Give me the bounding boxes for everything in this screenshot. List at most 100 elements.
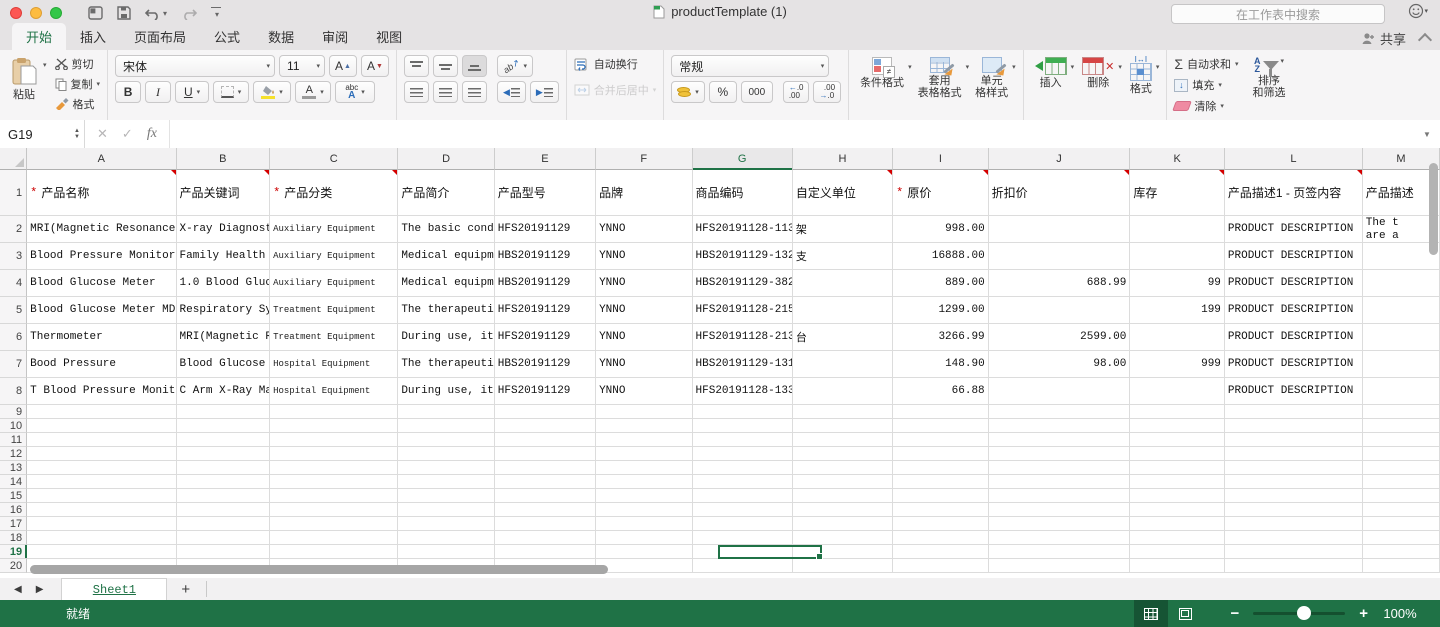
cell-C18[interactable] [270, 531, 398, 545]
number-format-select[interactable]: 常规▾ [671, 55, 829, 77]
row-header-1[interactable]: 1 [0, 170, 27, 216]
cell-M13[interactable] [1363, 461, 1440, 475]
sheet-tab-sheet1[interactable]: Sheet1 [61, 578, 167, 601]
cell-I1[interactable]: *原价 [893, 170, 989, 216]
cell-A8[interactable]: T Blood Pressure Monitor [27, 378, 176, 405]
cell-K13[interactable] [1130, 461, 1225, 475]
cell-F14[interactable] [596, 475, 692, 489]
cell-C7[interactable]: Hospital Equipment [270, 351, 398, 378]
cell-I5[interactable]: 1299.00 [893, 297, 989, 324]
cell-G11[interactable] [693, 433, 793, 447]
cell-B12[interactable] [177, 447, 271, 461]
cell-D3[interactable]: Medical equipment [398, 243, 494, 270]
cell-D1[interactable]: 产品简介 [398, 170, 494, 216]
cell-F6[interactable]: YNNO [596, 324, 692, 351]
zoom-out-button[interactable]: − [1230, 605, 1239, 622]
cell-A11[interactable] [27, 433, 176, 447]
cell-E5[interactable]: HFS20191129 [495, 297, 596, 324]
cell-B3[interactable]: Family Health [177, 243, 271, 270]
cell-K12[interactable] [1130, 447, 1225, 461]
column-header-A[interactable]: A [27, 148, 176, 170]
cell-M19[interactable] [1363, 545, 1440, 559]
cell-A6[interactable]: Thermometer [27, 324, 176, 351]
cell-K19[interactable] [1130, 545, 1225, 559]
undo-dropdown-icon[interactable]: ▾ [163, 9, 167, 18]
cell-J10[interactable] [989, 419, 1131, 433]
cell-E3[interactable]: HBS20191129 [495, 243, 596, 270]
merge-center-button[interactable]: 合并后居中 ▾ [574, 81, 657, 99]
cell-H1[interactable]: 自定义单位 [793, 170, 893, 216]
cell-L14[interactable] [1225, 475, 1363, 489]
search-input[interactable]: 在工作表中搜索 [1171, 4, 1385, 24]
cell-I4[interactable]: 889.00 [893, 270, 989, 297]
cell-B19[interactable] [177, 545, 271, 559]
cell-M4[interactable] [1363, 270, 1440, 297]
cell-J20[interactable] [989, 559, 1131, 573]
cell-E17[interactable] [495, 517, 596, 531]
cell-J15[interactable] [989, 489, 1131, 503]
cell-K9[interactable] [1130, 405, 1225, 419]
cell-L8[interactable]: PRODUCT DESCRIPTION [1225, 378, 1363, 405]
cell-C4[interactable]: Auxiliary Equipment [270, 270, 398, 297]
cell-A10[interactable] [27, 419, 176, 433]
font-size-select[interactable]: 11▾ [279, 55, 325, 77]
row-header-7[interactable]: 7 [0, 351, 27, 378]
cell-I8[interactable]: 66.88 [893, 378, 989, 405]
cell-K14[interactable] [1130, 475, 1225, 489]
next-sheet-icon[interactable]: ▶ [36, 584, 44, 595]
align-top-button[interactable] [404, 55, 429, 77]
font-color-button[interactable]: A ▾ [295, 81, 331, 103]
cell-D4[interactable]: Medical equipment [398, 270, 494, 297]
cell-K15[interactable] [1130, 489, 1225, 503]
cell-G2[interactable]: HFS20191128-1138 [693, 216, 793, 243]
cell-G14[interactable] [693, 475, 793, 489]
insert-function-icon[interactable]: fx [147, 126, 157, 142]
cell-M5[interactable] [1363, 297, 1440, 324]
cell-G1[interactable]: 商品编码 [693, 170, 793, 216]
cell-G7[interactable]: HBS20191129-1312 [693, 351, 793, 378]
cell-C8[interactable]: Hospital Equipment [270, 378, 398, 405]
cell-M6[interactable] [1363, 324, 1440, 351]
cell-B8[interactable]: C Arm X-Ray Machi [177, 378, 271, 405]
cell-G12[interactable] [693, 447, 793, 461]
cell-G8[interactable]: HFS20191128-1338 [693, 378, 793, 405]
cell-I9[interactable] [893, 405, 989, 419]
cell-L2[interactable]: PRODUCT DESCRIPTION [1225, 216, 1363, 243]
increase-decimal-button[interactable]: ←.0 .00 [783, 81, 810, 103]
cell-D19[interactable] [398, 545, 494, 559]
grow-font-button[interactable]: A▲ [329, 55, 357, 77]
format-cells-button[interactable]: I↔I 格式 [1126, 55, 1156, 97]
cell-L19[interactable] [1225, 545, 1363, 559]
formula-input[interactable] [169, 120, 1414, 148]
cell-K5[interactable]: 199 [1130, 297, 1225, 324]
fill-color-button[interactable]: ▾ [253, 81, 291, 103]
redo-icon[interactable] [181, 7, 197, 20]
column-header-G[interactable]: G [693, 148, 793, 170]
cell-L4[interactable]: PRODUCT DESCRIPTION [1225, 270, 1363, 297]
column-header-I[interactable]: I [893, 148, 988, 170]
cell-E12[interactable] [495, 447, 596, 461]
cell-L16[interactable] [1225, 503, 1363, 517]
cell-A12[interactable] [27, 447, 176, 461]
cell-D2[interactable]: The basic conditio [398, 216, 494, 243]
cell-L5[interactable]: PRODUCT DESCRIPTION [1225, 297, 1363, 324]
cell-G13[interactable] [693, 461, 793, 475]
percent-button[interactable]: % [709, 81, 737, 103]
cell-I7[interactable]: 148.90 [893, 351, 989, 378]
ribbon-tab-4[interactable]: 公式 [200, 23, 254, 50]
cell-A4[interactable]: Blood Glucose Meter [27, 270, 176, 297]
cell-A15[interactable] [27, 489, 176, 503]
borders-button[interactable]: ▾ [213, 81, 249, 103]
minimize-button[interactable] [30, 7, 42, 19]
cell-F16[interactable] [596, 503, 692, 517]
cell-E16[interactable] [495, 503, 596, 517]
cell-C16[interactable] [270, 503, 398, 517]
row-header-11[interactable]: 11 [0, 433, 27, 447]
cell-F19[interactable] [596, 545, 692, 559]
column-header-J[interactable]: J [989, 148, 1131, 170]
copy-button[interactable]: 复制 ▾ [55, 75, 101, 93]
cell-B2[interactable]: X-ray Diagnostic [177, 216, 271, 243]
horizontal-scrollbar[interactable] [30, 565, 608, 574]
cell-H3[interactable]: 支 [793, 243, 893, 270]
cell-J12[interactable] [989, 447, 1131, 461]
